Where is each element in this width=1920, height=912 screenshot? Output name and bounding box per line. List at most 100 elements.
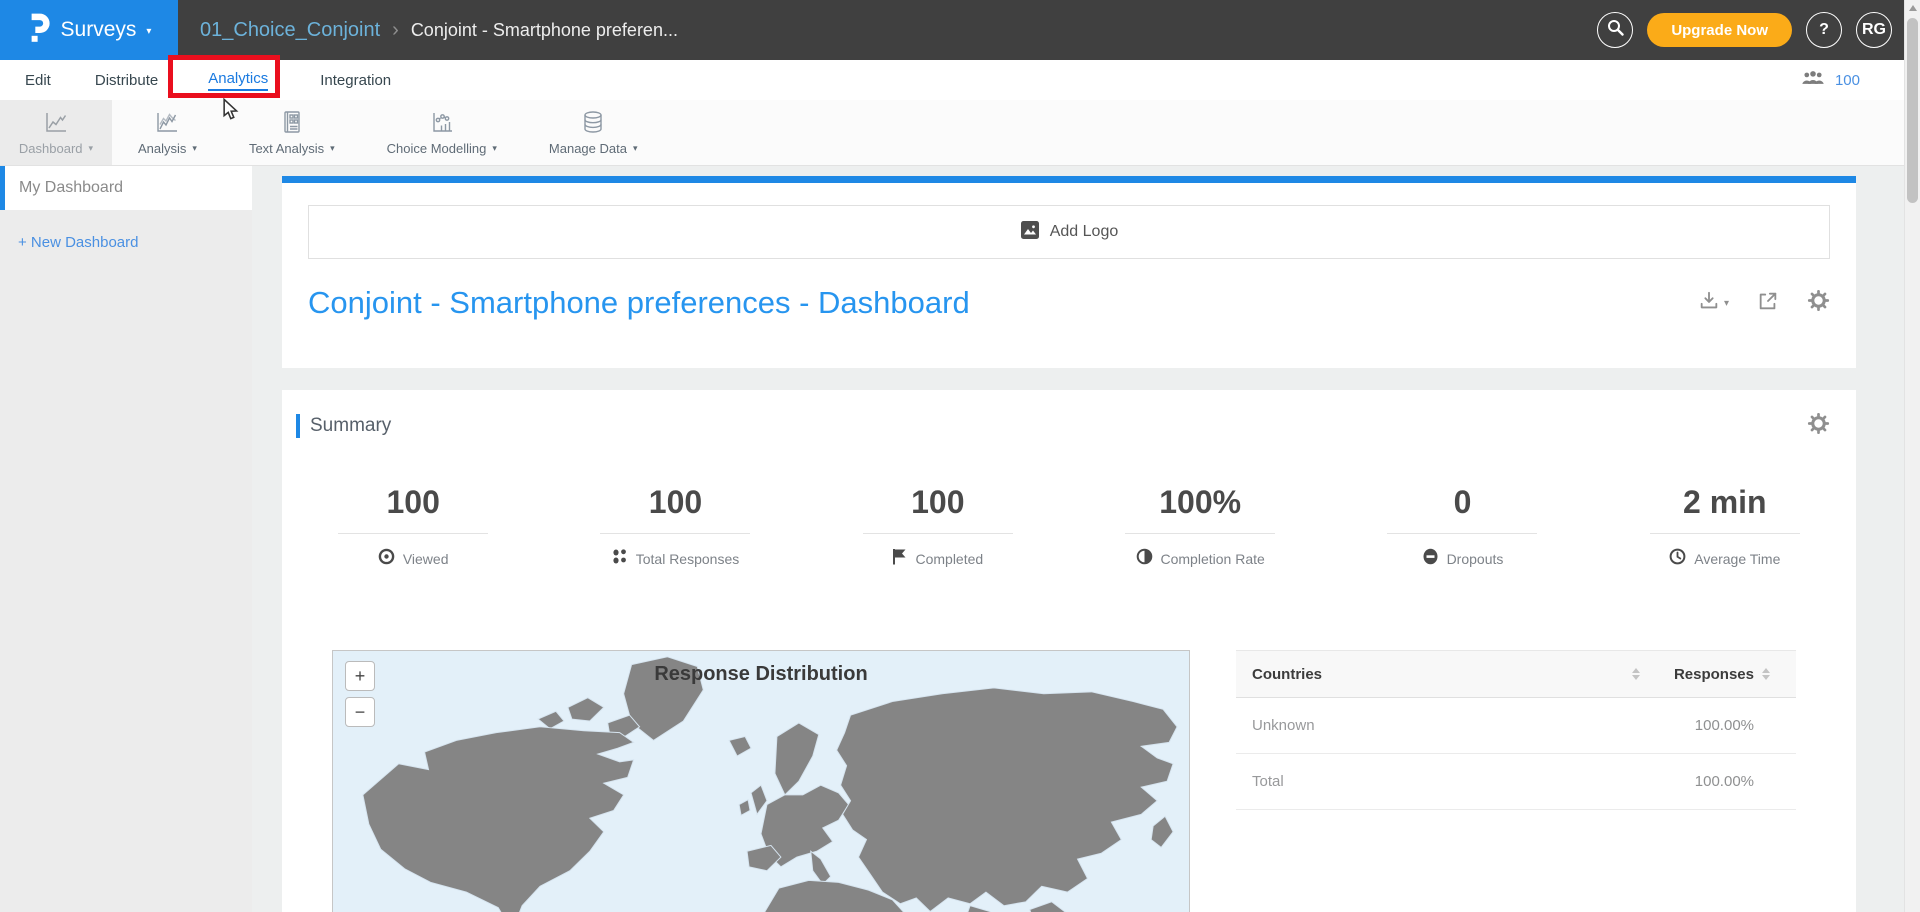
stat-label: Total Responses [636, 551, 740, 567]
half-circle-icon [1136, 548, 1153, 570]
sidebar-item-my-dashboard[interactable]: My Dashboard [0, 166, 252, 210]
stat-value: 2 min [1683, 482, 1767, 522]
settings-button[interactable] [1807, 289, 1830, 317]
divider [1650, 533, 1800, 534]
multi-line-chart-icon [154, 109, 180, 135]
stat-label: Completed [915, 551, 983, 567]
breadcrumb-separator-icon: › [392, 19, 399, 42]
line-chart-icon [43, 109, 69, 135]
chevron-down-icon: ▾ [1724, 298, 1729, 309]
download-icon [1698, 290, 1720, 317]
toolbar-text-analysis-label: Text Analysis [249, 141, 324, 156]
avatar-initials: RG [1862, 21, 1886, 39]
breadcrumb: 01_Choice_Conjoint › Conjoint - Smartpho… [178, 19, 678, 42]
chevron-down-icon: ▾ [89, 144, 94, 154]
scrollbar-up-icon[interactable] [1909, 5, 1917, 11]
summary-settings-button[interactable] [1807, 412, 1830, 440]
stat-value: 100 [911, 482, 964, 522]
toolbar-choice-modelling-label: Choice Modelling [387, 141, 487, 156]
stat-completion-rate: 100% Completion Rate [1069, 482, 1331, 570]
chevron-down-icon: ▾ [146, 26, 151, 37]
eye-icon [378, 548, 395, 570]
toolbar-dashboard[interactable]: Dashboard ▾ [0, 100, 112, 165]
share-icon [1757, 290, 1779, 317]
stat-value: 100 [649, 482, 702, 522]
toolbar-manage-data[interactable]: Manage Data▾ [523, 100, 664, 165]
toolbar-dashboard-label: Dashboard [19, 141, 83, 156]
divider [338, 533, 488, 534]
scrollbar-thumb[interactable] [1907, 18, 1918, 203]
map-zoom-in-button[interactable]: + [345, 661, 375, 691]
responses-column-header[interactable]: Responses [1674, 666, 1754, 683]
document-grid-icon [279, 109, 305, 135]
divider [863, 533, 1013, 534]
stat-value: 0 [1454, 482, 1472, 522]
toolbar-text-analysis[interactable]: Text Analysis ▾ [223, 100, 361, 165]
sort-icon[interactable] [1632, 668, 1640, 680]
stat-viewed: 100 Viewed [282, 482, 544, 570]
response-distribution-map: Response Distribution + − [332, 650, 1190, 912]
sort-icon[interactable] [1762, 668, 1770, 680]
download-button[interactable]: ▾ [1698, 290, 1729, 317]
toolbar-choice-modelling[interactable]: Choice Modelling▾ [361, 100, 523, 165]
responses-cell: 100.00% [1695, 773, 1754, 790]
sidebar-item-label: My Dashboard [19, 179, 123, 197]
tab-edit[interactable]: Edit [25, 72, 51, 89]
topbar-actions: Upgrade Now ? RG [1597, 0, 1892, 60]
divider [1125, 533, 1275, 534]
stat-label: Viewed [403, 551, 449, 567]
avatar[interactable]: RG [1856, 12, 1892, 48]
search-button[interactable] [1597, 12, 1633, 48]
stat-average-time: 2 min Average Time [1594, 482, 1856, 570]
minus-circle-icon [1422, 548, 1439, 570]
breadcrumb-survey-name: Conjoint - Smartphone preferen... [411, 20, 678, 41]
tab-integration[interactable]: Integration [320, 72, 391, 89]
image-icon [1020, 220, 1040, 245]
analytics-toolbar: Dashboard ▾ Analysis ▾ Text Analysis ▾ Choi… [0, 100, 1904, 166]
responses-cell: 100.00% [1695, 717, 1754, 734]
table-row: Unknown 100.00% [1236, 698, 1796, 754]
share-button[interactable] [1757, 290, 1779, 317]
upgrade-now-button[interactable]: Upgrade Now [1647, 13, 1792, 47]
chevron-down-icon: ▾ [633, 144, 638, 154]
survey-nav-tabs: Edit Distribute Analytics Integration 10… [0, 60, 1904, 100]
chevron-down-icon: ▾ [192, 144, 197, 154]
top-bar: Surveys ▾ 01_Choice_Conjoint › Conjoint … [0, 0, 1904, 60]
table-row: Total 100.00% [1236, 754, 1796, 810]
summary-title: Summary [310, 415, 1807, 437]
stat-dropouts: 0 Dropouts [1331, 482, 1593, 570]
question-mark-icon: ? [1819, 21, 1829, 39]
summary-card: Summary 100 Viewed 100 Total Responses 1… [282, 390, 1856, 912]
page-scrollbar[interactable] [1904, 0, 1920, 912]
country-cell: Total [1252, 773, 1695, 790]
chevron-down-icon: ▾ [330, 144, 335, 154]
tab-analytics[interactable]: Analytics [208, 70, 268, 91]
map-zoom-out-button[interactable]: − [345, 697, 375, 727]
toolbar-analysis-label: Analysis [138, 141, 186, 156]
section-accent-bar [296, 414, 300, 438]
respondents-count[interactable]: 100 [1835, 72, 1860, 89]
gear-icon [1807, 412, 1830, 440]
summary-stats: 100 Viewed 100 Total Responses 100 Compl… [282, 482, 1856, 570]
dashboard-header-card: Add Logo Conjoint - Smartphone preferenc… [282, 176, 1856, 368]
breadcrumb-folder[interactable]: 01_Choice_Conjoint [200, 19, 380, 42]
help-button[interactable]: ? [1806, 12, 1842, 48]
add-logo-label: Add Logo [1050, 223, 1119, 241]
countries-table-header: Countries Responses [1236, 650, 1796, 698]
tab-distribute[interactable]: Distribute [95, 72, 158, 89]
stat-label: Dropouts [1447, 551, 1504, 567]
flag-icon [892, 548, 907, 570]
new-dashboard-button[interactable]: + New Dashboard [18, 234, 252, 251]
mouse-cursor-icon [222, 98, 239, 127]
add-logo-dropzone[interactable]: Add Logo [308, 205, 1830, 259]
toolbar-analysis[interactable]: Analysis ▾ [112, 100, 223, 165]
product-switcher[interactable]: Surveys ▾ [0, 0, 178, 60]
stat-value: 100 [386, 482, 439, 522]
product-name: Surveys [61, 18, 137, 42]
dashboard-title[interactable]: Conjoint - Smartphone preferences - Dash… [308, 285, 970, 321]
world-map[interactable] [333, 651, 1189, 912]
questionpro-logo-icon [27, 12, 51, 48]
stat-label: Completion Rate [1161, 551, 1265, 567]
dashboard-sidebar: My Dashboard + New Dashboard [0, 166, 252, 912]
countries-column-header[interactable]: Countries [1252, 666, 1624, 683]
